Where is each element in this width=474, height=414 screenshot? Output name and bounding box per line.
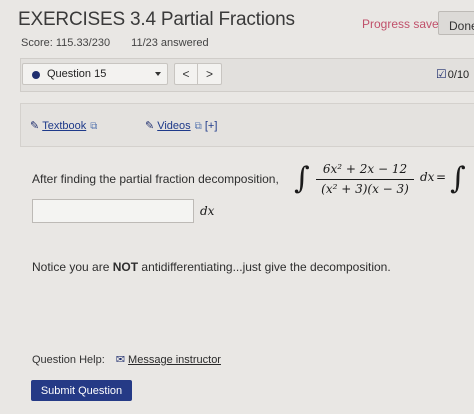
integral-sign-right: ∫ [450, 161, 466, 196]
fraction-numerator: 6x² + 2x − 12 [322, 162, 408, 176]
videos-label: Videos [157, 120, 191, 132]
videos-expand[interactable]: [+] [205, 120, 218, 132]
answer-dx: dx [200, 204, 215, 218]
textbook-label: Textbook [42, 120, 87, 132]
question-help: Question Help: ✉ Message instructor [32, 353, 221, 366]
next-question-button[interactable]: > [198, 63, 222, 85]
pencil-icon: ✎ [30, 120, 40, 132]
score-text: Score: 115.33/230 [21, 37, 111, 49]
external-link-icon: ⧉ [90, 121, 98, 132]
question-attempts: ☑0/10 [436, 67, 469, 81]
fraction-denominator: (x² + 3)(x − 3) [321, 182, 409, 196]
prev-question-button[interactable]: < [174, 63, 198, 85]
answer-input[interactable] [32, 199, 194, 223]
answered-count: 11/23 answered [131, 37, 209, 49]
integral-expression: ∫ 6x² + 2x − 12 (x² + 3)(x − 3) dx = ∫ [294, 159, 474, 203]
chevron-down-icon [155, 72, 161, 76]
notice-bold: NOT [112, 260, 139, 274]
help-label: Question Help: [32, 354, 105, 366]
score-line: Score: 115.33/230 11/23 answered [21, 37, 209, 49]
external-link-icon: ⧉ [194, 121, 202, 132]
fraction-bar [316, 179, 414, 180]
progress-status: Progress saved [362, 17, 446, 31]
question-select-label: Question 15 [47, 68, 107, 80]
mail-icon: ✉ [115, 354, 126, 366]
page-title: EXERCISES 3.4 Partial Fractions [18, 9, 295, 30]
notice-text: Notice you are NOT antidifferentiating..… [32, 260, 391, 274]
question-status-dot [32, 71, 40, 79]
checkbox-icon: ☑ [436, 67, 447, 81]
integral-dx: dx [420, 170, 435, 184]
textbook-link[interactable]: ✎ Textbook ⧉ [30, 119, 97, 132]
equals-sign: = [436, 170, 447, 184]
integral-sign: ∫ [294, 161, 310, 196]
videos-link[interactable]: ✎ Videos ⧉ [+] [145, 119, 217, 132]
problem-prompt: After finding the partial fraction decom… [32, 172, 279, 186]
question-attempts-count: 0/10 [447, 69, 470, 81]
pencil-icon: ✎ [145, 120, 155, 132]
notice-prefix: Notice you are [32, 260, 113, 274]
message-instructor-link[interactable]: Message instructor [128, 354, 221, 366]
submit-question-button[interactable]: Submit Question [31, 380, 132, 401]
notice-suffix: antidifferentiating...just give the deco… [138, 260, 391, 274]
question-select[interactable]: Question 15 [22, 63, 168, 85]
done-button[interactable]: Done [438, 11, 474, 35]
